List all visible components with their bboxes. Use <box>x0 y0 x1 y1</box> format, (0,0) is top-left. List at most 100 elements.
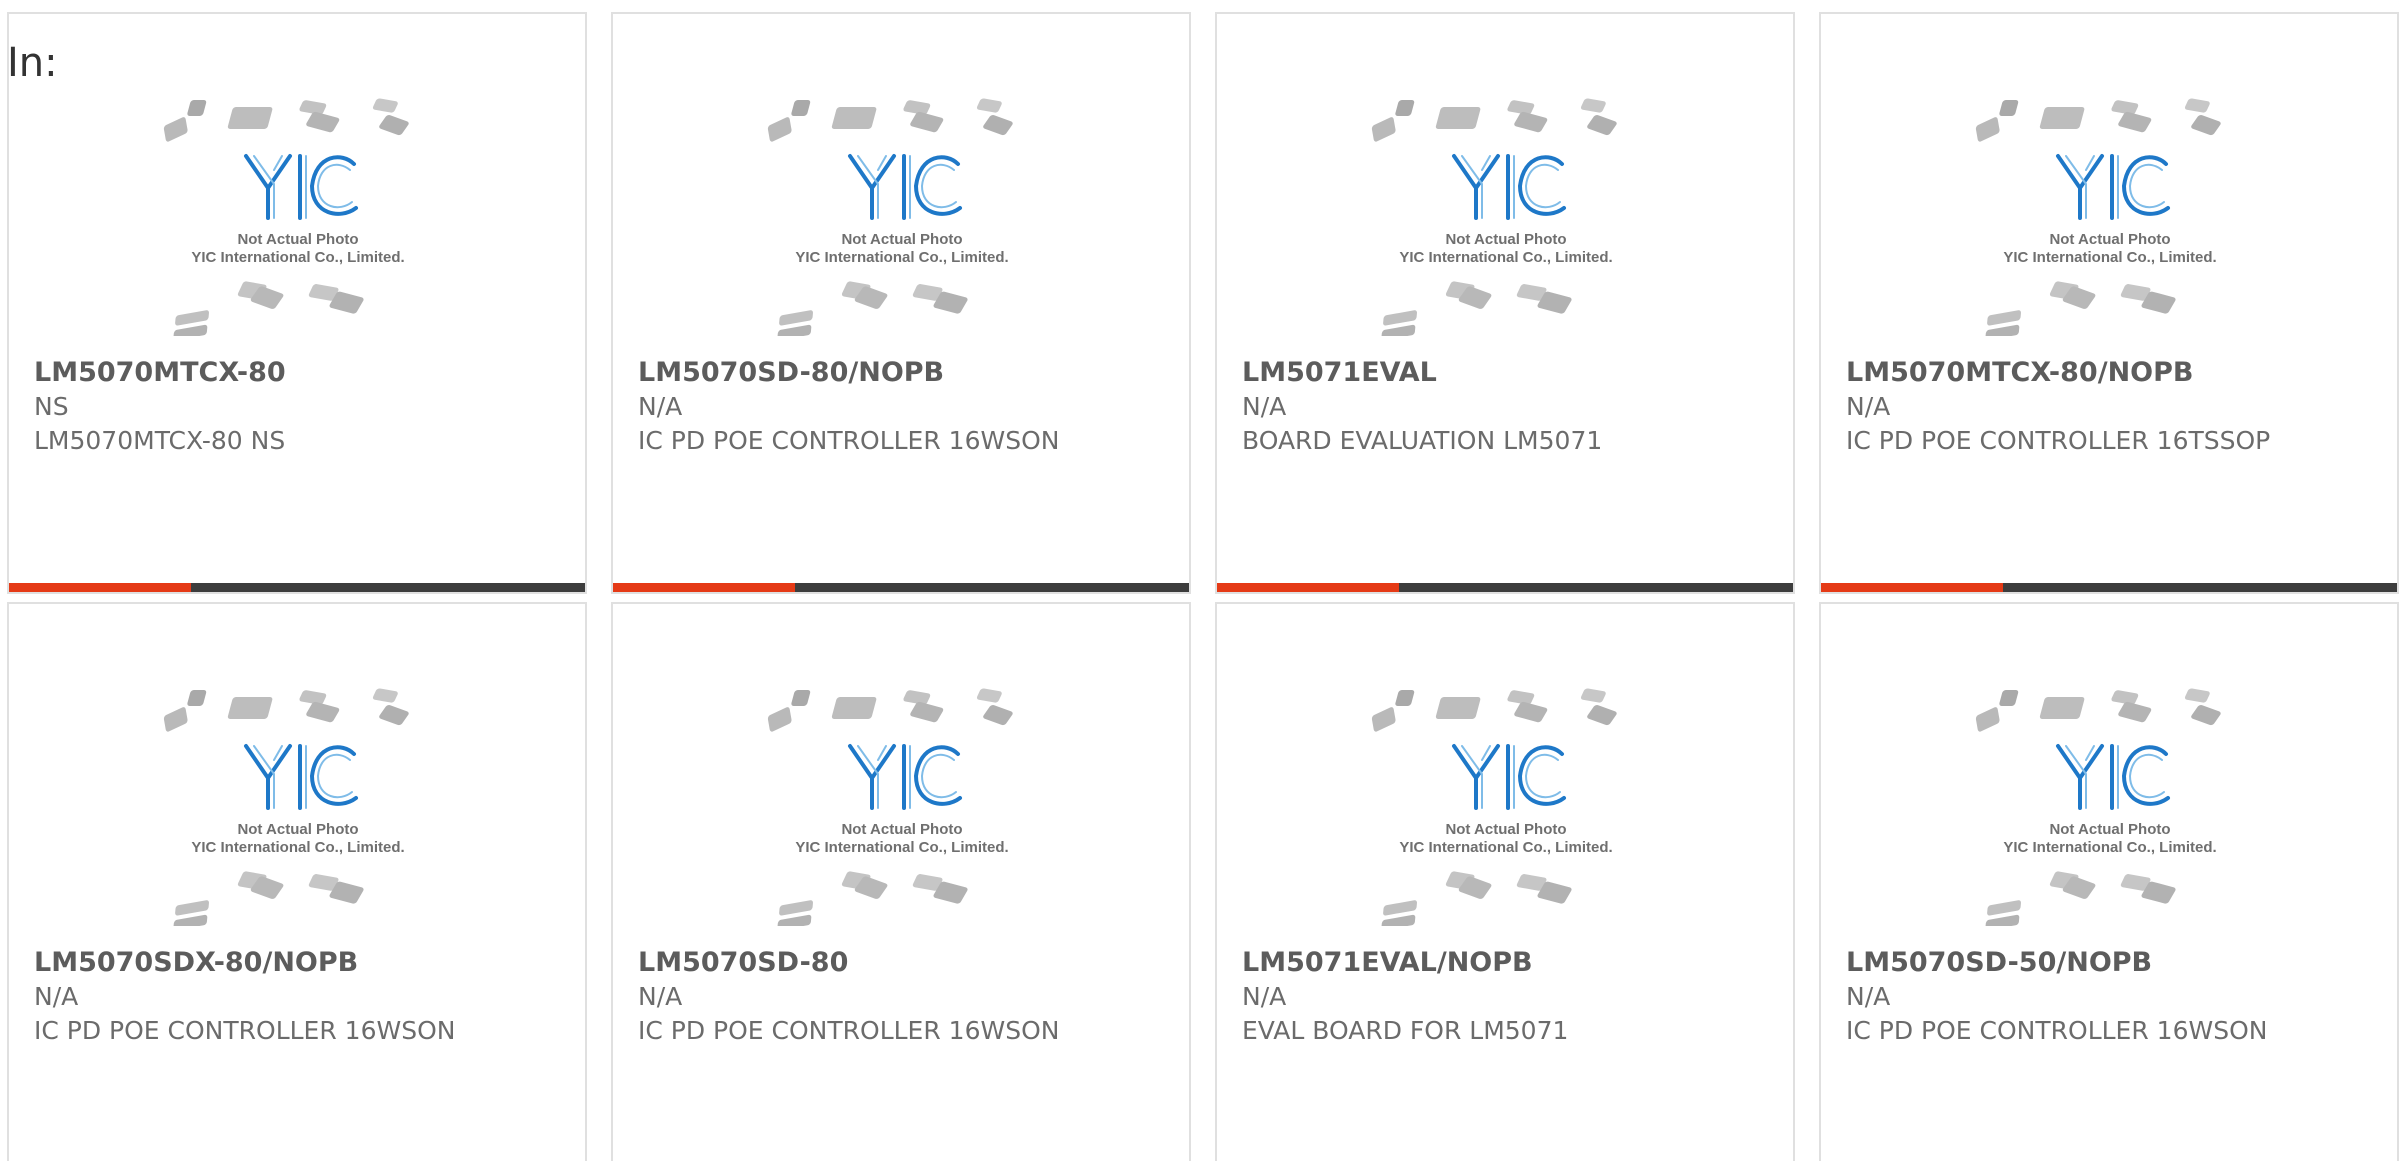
ic-chip-graphic <box>1587 115 1617 136</box>
product-image-placeholder[interactable]: Not Actual Photo YIC International Co., L… <box>1217 686 1793 954</box>
part-number-link[interactable]: LM5070SD-80 <box>638 946 1169 980</box>
card-footer-bar <box>9 583 585 592</box>
product-image-placeholder[interactable]: Not Actual Photo YIC International Co., L… <box>613 686 1189 954</box>
manufacturer: N/A <box>1846 982 1891 1011</box>
part-number-link[interactable]: LM5070MTCX-80/NOPB <box>1846 356 2377 390</box>
ic-chip-graphic <box>791 100 811 116</box>
ic-chip-graphic <box>831 697 877 719</box>
chip-cluster-top <box>767 98 1013 142</box>
description: BOARD EVALUATION LM5071 <box>1242 426 1603 455</box>
not-actual-photo-caption: Not Actual Photo <box>237 821 358 838</box>
company-caption: YIC International Co., Limited. <box>191 249 404 266</box>
ic-chip-graphic <box>1987 310 2021 326</box>
chip-cluster-bottom <box>1381 871 1572 926</box>
ic-chip-graphic <box>910 701 944 723</box>
card-footer-accent <box>613 583 795 592</box>
ic-chip-graphic <box>163 117 188 142</box>
product-image-placeholder[interactable]: Not Actual Photo YIC International Co., L… <box>613 96 1189 364</box>
card-footer-bar <box>1217 583 1793 592</box>
description: LM5070MTCX-80 NS <box>34 426 286 455</box>
ic-chip-graphic <box>1587 705 1617 726</box>
product-card[interactable]: Not Actual Photo YIC International Co., L… <box>7 12 587 594</box>
product-info: LM5070SD-80/NOPB N/A IC PD POE CONTROLLE… <box>638 356 1169 458</box>
ic-chip-graphic <box>372 98 398 113</box>
chip-cluster-bottom <box>1381 281 1572 336</box>
product-card[interactable]: Not Actual Photo YIC International Co., L… <box>1819 12 2399 594</box>
chip-cluster-top <box>1975 688 2221 732</box>
manufacturer: NS <box>34 392 69 421</box>
ic-chip-graphic <box>1435 697 1481 719</box>
ic-chip-graphic <box>976 688 1002 703</box>
company-caption: YIC International Co., Limited. <box>1399 249 1612 266</box>
yic-logo <box>848 154 962 220</box>
part-number-link[interactable]: LM5070SDX-80/NOPB <box>34 946 565 980</box>
ic-chip-graphic <box>1395 100 1415 116</box>
product-image-placeholder[interactable]: Not Actual Photo YIC International Co., L… <box>1821 96 2397 364</box>
ic-chip-graphic <box>777 324 812 336</box>
chip-cluster-bottom <box>173 871 364 926</box>
ic-chip-graphic <box>831 107 877 129</box>
ic-chip-graphic <box>1987 900 2021 916</box>
product-card[interactable]: Not Actual Photo YIC International Co., L… <box>1215 602 1795 1161</box>
ic-chip-graphic <box>1999 100 2019 116</box>
not-actual-photo-image: Not Actual PhotoYIC International Co., L… <box>1975 688 2221 926</box>
product-image-placeholder[interactable]: Not Actual Photo YIC International Co., L… <box>1821 686 2397 954</box>
part-number-link[interactable]: LM5071EVAL/NOPB <box>1242 946 1773 980</box>
product-card[interactable]: Not Actual Photo YIC International Co., L… <box>611 12 1191 594</box>
ic-chip-graphic <box>1435 107 1481 129</box>
ic-chip-graphic <box>1985 324 2020 336</box>
product-image-placeholder[interactable]: Not Actual Photo YIC International Co., L… <box>9 96 585 364</box>
ic-chip-graphic <box>227 107 273 129</box>
not-actual-photo-caption: Not Actual Photo <box>1445 231 1566 248</box>
not-actual-photo-image: Not Actual PhotoYIC International Co., L… <box>163 688 409 926</box>
part-number-link[interactable]: LM5070MTCX-80 <box>34 356 565 390</box>
product-card[interactable]: Not Actual Photo YIC International Co., L… <box>1819 602 2399 1161</box>
chip-cluster-top <box>1371 688 1617 732</box>
card-footer-bar <box>613 583 1189 592</box>
ic-chip-graphic <box>976 98 1002 113</box>
description: IC PD POE CONTROLLER 16TSSOP <box>1846 426 2271 455</box>
product-info: LM5070SD-80 N/A IC PD POE CONTROLLER 16W… <box>638 946 1169 1048</box>
product-info: LM5070SD-50/NOPB N/A IC PD POE CONTROLLE… <box>1846 946 2377 1048</box>
company-caption: YIC International Co., Limited. <box>795 249 1008 266</box>
ic-chip-graphic <box>175 310 209 326</box>
ic-chip-graphic <box>791 690 811 706</box>
not-actual-photo-image: Not Actual PhotoYIC International Co., L… <box>163 98 409 336</box>
ic-chip-graphic <box>777 914 812 926</box>
product-card[interactable]: Not Actual Photo YIC International Co., L… <box>611 602 1191 1161</box>
yic-logo <box>244 154 358 220</box>
ic-chip-graphic <box>2191 705 2221 726</box>
chip-cluster-top <box>1371 98 1617 142</box>
chip-cluster-top <box>767 688 1013 732</box>
description: IC PD POE CONTROLLER 16WSON <box>638 426 1060 455</box>
ic-chip-graphic <box>2184 98 2210 113</box>
not-actual-photo-caption: Not Actual Photo <box>1445 821 1566 838</box>
chip-cluster-bottom <box>173 281 364 336</box>
product-card[interactable]: Not Actual Photo YIC International Co., L… <box>7 602 587 1161</box>
ic-chip-graphic <box>983 115 1013 136</box>
ic-chip-graphic <box>306 701 340 723</box>
description: IC PD POE CONTROLLER 16WSON <box>1846 1016 2268 1045</box>
ic-chip-graphic <box>173 914 208 926</box>
card-footer-accent <box>1217 583 1399 592</box>
not-actual-photo-caption: Not Actual Photo <box>2049 231 2170 248</box>
ic-chip-graphic <box>2191 115 2221 136</box>
ic-chip-graphic <box>187 100 207 116</box>
manufacturer: N/A <box>1242 392 1287 421</box>
product-image-placeholder[interactable]: Not Actual Photo YIC International Co., L… <box>1217 96 1793 364</box>
product-card[interactable]: Not Actual Photo YIC International Co., L… <box>1215 12 1795 594</box>
product-image-placeholder[interactable]: Not Actual Photo YIC International Co., L… <box>9 686 585 954</box>
chip-cluster-bottom <box>777 871 968 926</box>
description: IC PD POE CONTROLLER 16WSON <box>638 1016 1060 1045</box>
card-footer-accent <box>1821 583 2003 592</box>
part-number-link[interactable]: LM5071EVAL <box>1242 356 1773 390</box>
part-number-link[interactable]: LM5070SD-50/NOPB <box>1846 946 2377 980</box>
manufacturer: N/A <box>1242 982 1287 1011</box>
ic-chip-graphic <box>1514 701 1548 723</box>
ic-chip-graphic <box>779 900 813 916</box>
not-actual-photo-image: Not Actual PhotoYIC International Co., L… <box>1975 98 2221 336</box>
part-number-link[interactable]: LM5070SD-80/NOPB <box>638 356 1169 390</box>
ic-chip-graphic <box>2039 697 2085 719</box>
filter-label: In: <box>7 40 58 86</box>
ic-chip-graphic <box>910 111 944 133</box>
